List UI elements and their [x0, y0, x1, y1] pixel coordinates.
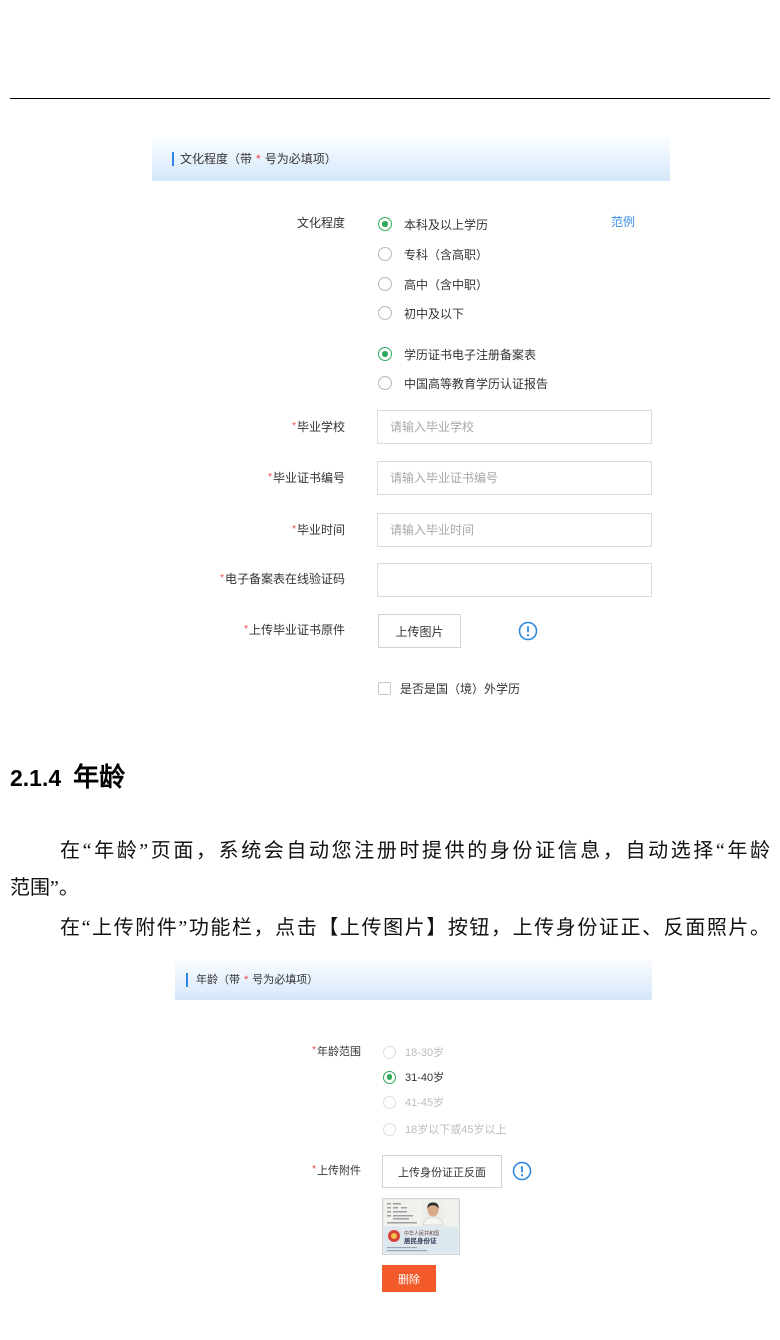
education-option[interactable]: 初中及以下: [378, 305, 464, 321]
panel-title-note: 号为必填项）: [264, 152, 337, 166]
age-range-option-label: 18岁以下或45岁以上: [405, 1124, 507, 1136]
graduation-date-input[interactable]: [377, 513, 652, 547]
section-number: 2.1.4: [10, 765, 62, 791]
graduation-school-label: *毕业学校: [145, 419, 345, 435]
verification-code-label: *电子备案表在线验证码: [145, 571, 345, 587]
education-option[interactable]: 高中（含中职）: [378, 276, 488, 292]
certificate-number-input[interactable]: [377, 461, 652, 495]
required-asterisk: *: [244, 624, 248, 635]
panel-title: 年龄（带 * 号为必填项）: [196, 960, 318, 1000]
radio-indicator[interactable]: [383, 1070, 396, 1084]
panel-title: 文化程度（带 * 号为必填项）: [180, 137, 337, 181]
attachment-label-text: 上传附件: [317, 1165, 361, 1177]
graduation-school-input[interactable]: [377, 410, 652, 444]
required-asterisk: *: [268, 472, 272, 483]
age-range-label-text: 年龄范围: [317, 1046, 361, 1058]
paragraph-line: 在“年龄”页面，系统会自动您注册时提供的身份证信息，自动选择“年龄: [60, 840, 770, 862]
paragraph-line: 范围”。: [10, 877, 79, 899]
upload-image-button[interactable]: 上传图片: [378, 614, 461, 648]
page-header-rule: [10, 98, 770, 99]
required-asterisk: *: [220, 573, 224, 584]
verification-code-input[interactable]: [377, 563, 652, 597]
upload-id-card-button[interactable]: 上传身份证正反面: [382, 1155, 502, 1188]
education-option-label: 本科及以上学历: [404, 217, 489, 232]
foreign-degree-checkbox-row[interactable]: 是否是国（境）外学历: [378, 680, 520, 696]
certificate-type-label: 中国高等教育学历认证报告: [404, 376, 549, 391]
panel-title-text: 文化程度（带: [180, 152, 253, 166]
attachment-label: *上传附件: [160, 1163, 361, 1179]
verification-code-label-text: 电子备案表在线验证码: [224, 572, 345, 586]
age-range-option[interactable]: 41-45岁: [383, 1094, 444, 1110]
panel-title-text: 年龄（带: [196, 974, 240, 986]
foreign-degree-checkbox[interactable]: [378, 681, 391, 695]
radio-indicator[interactable]: [383, 1095, 396, 1109]
graduation-date-label: *毕业时间: [145, 522, 345, 538]
certificate-type-option[interactable]: 学历证书电子注册备案表: [378, 346, 536, 362]
required-asterisk: *: [292, 524, 296, 535]
age-range-option[interactable]: 18岁以下或45岁以上: [383, 1121, 506, 1137]
graduation-school-label-text: 毕业学校: [296, 420, 345, 434]
age-range-option-label: 41-45岁: [405, 1097, 445, 1109]
age-range-option[interactable]: 31-40岁: [383, 1069, 444, 1085]
info-circle-icon[interactable]: [512, 1161, 532, 1181]
id-card-photo: [422, 1201, 444, 1226]
radio-indicator[interactable]: [378, 277, 392, 291]
required-asterisk: *: [312, 1164, 316, 1175]
section-heading: 2.1.4 年龄: [10, 757, 125, 793]
age-range-option-label: 18-30岁: [405, 1047, 445, 1059]
example-link[interactable]: 范例: [611, 214, 635, 230]
education-level-label: 文化程度: [296, 216, 345, 230]
id-card-thumbnail[interactable]: 中华人民共和国 居民身份证: [382, 1198, 460, 1255]
section-title: 年龄: [73, 762, 126, 792]
required-asterisk: *: [244, 974, 249, 986]
education-option[interactable]: 专科（含高职）: [378, 246, 488, 262]
radio-indicator[interactable]: [383, 1122, 396, 1136]
certificate-type-label: 学历证书电子注册备案表: [404, 347, 537, 362]
delete-button[interactable]: 删除: [382, 1265, 436, 1292]
id-card-caption-title: 居民身份证: [404, 1236, 437, 1245]
education-option-label: 专科（含高职）: [404, 247, 489, 262]
radio-indicator[interactable]: [378, 306, 392, 320]
certificate-upload-label: *上传毕业证书原件: [145, 622, 345, 638]
age-range-option[interactable]: 18-30岁: [383, 1044, 444, 1060]
paragraph-line: 在“上传附件”功能栏，点击【上传图片】按钮，上传身份证正、反面照片。: [60, 917, 770, 939]
education-option-label: 高中（含中职）: [404, 277, 489, 292]
radio-indicator[interactable]: [378, 347, 392, 361]
certificate-type-option[interactable]: 中国高等教育学历认证报告: [378, 375, 548, 391]
panel-title-note: 号为必填项）: [252, 974, 319, 986]
foreign-degree-label: 是否是国（境）外学历: [400, 681, 521, 696]
required-asterisk: *: [292, 421, 296, 432]
radio-indicator[interactable]: [383, 1045, 396, 1059]
header-accent-bar: [186, 973, 188, 987]
education-panel-header: 文化程度（带 * 号为必填项）: [152, 137, 670, 181]
certificate-number-label: *毕业证书编号: [145, 470, 345, 486]
id-card-caption-country: 中华人民共和国: [404, 1230, 439, 1237]
info-circle-icon[interactable]: [518, 621, 538, 641]
age-range-option-label: 31-40岁: [405, 1072, 445, 1084]
education-option[interactable]: 本科及以上学历: [378, 216, 488, 232]
required-asterisk: *: [312, 1045, 316, 1056]
certificate-number-label-text: 毕业证书编号: [272, 471, 345, 485]
age-panel-header: 年龄（带 * 号为必填项）: [175, 960, 652, 1000]
radio-indicator[interactable]: [378, 376, 392, 390]
graduation-date-label-text: 毕业时间: [296, 523, 345, 537]
required-asterisk: *: [256, 152, 261, 166]
education-option-label: 初中及以下: [404, 306, 465, 321]
radio-indicator[interactable]: [378, 217, 392, 231]
header-accent-bar: [172, 152, 174, 166]
radio-indicator[interactable]: [378, 247, 392, 261]
national-emblem-icon: [388, 1230, 400, 1242]
certificate-upload-label-text: 上传毕业证书原件: [248, 623, 345, 637]
age-range-label: *年龄范围: [160, 1044, 361, 1060]
